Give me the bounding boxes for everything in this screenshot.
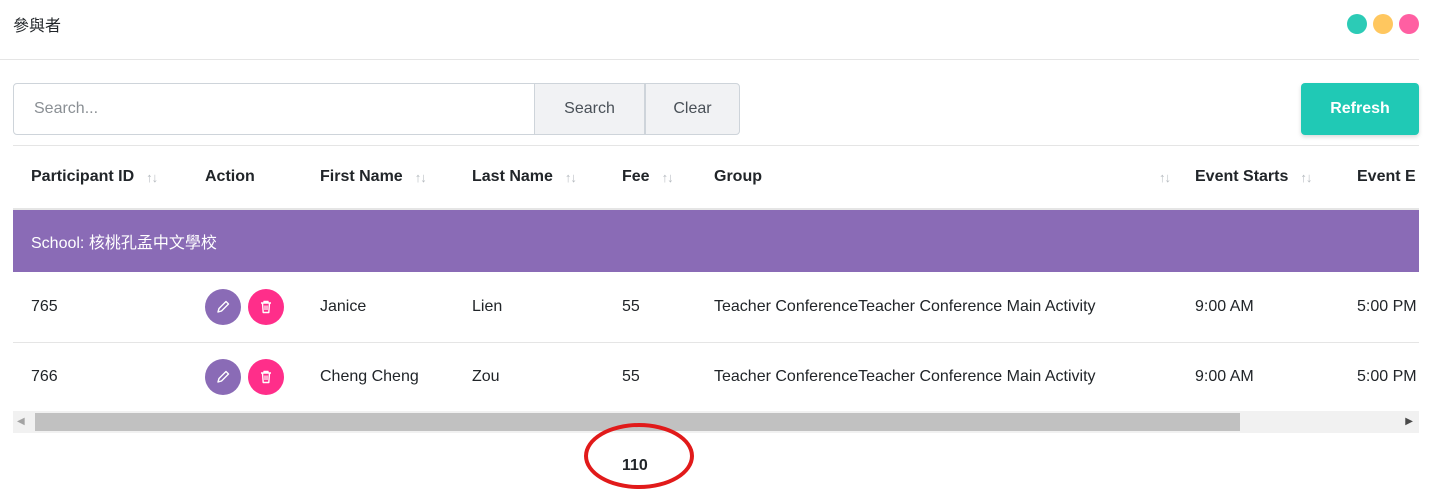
sort-icon[interactable]: ↑↓: [565, 170, 577, 185]
participants-table: Participant ID ↑↓ Action First Name ↑↓ L…: [13, 145, 1419, 412]
column-header-group[interactable]: Group ↑↓: [714, 146, 1171, 208]
column-header-participant-id[interactable]: Participant ID ↑↓: [31, 146, 158, 208]
sort-icon[interactable]: ↑↓: [1159, 170, 1171, 185]
event-starts-cell: 9:00 AM: [1195, 368, 1254, 385]
event-starts-cell: 9:00 AM: [1195, 298, 1254, 315]
column-header-fee[interactable]: Fee ↑↓: [622, 146, 674, 208]
trash-icon: [261, 370, 271, 384]
table-row[interactable]: 765 Janice Lien 55 Teacher ConferenceTea…: [13, 272, 1419, 343]
fee-cell: 55: [622, 298, 640, 315]
table-row[interactable]: 766 Cheng Cheng Zou 55 Teacher Conferenc…: [13, 342, 1419, 412]
page-title: 參與者: [13, 18, 62, 35]
edit-button[interactable]: [205, 359, 241, 395]
group-cell: Teacher ConferenceTeacher Conference Mai…: [714, 298, 1096, 315]
column-header-event-ends[interactable]: Event E: [1357, 146, 1416, 208]
sort-icon[interactable]: ↑↓: [415, 170, 427, 185]
edit-button[interactable]: [205, 289, 241, 325]
scroll-left-arrow-icon[interactable]: ◀: [17, 416, 25, 427]
header-label: Last Name: [472, 168, 553, 185]
action-cell: [205, 272, 291, 342]
header-label: Group: [714, 168, 762, 185]
column-header-event-starts[interactable]: Event Starts ↑↓: [1195, 146, 1312, 208]
first-name-cell: Cheng Cheng: [320, 368, 419, 385]
participant-id-cell: 765: [31, 298, 58, 315]
sort-icon[interactable]: ↑↓: [1300, 170, 1312, 185]
participant-id-cell: 766: [31, 368, 58, 385]
refresh-button[interactable]: Refresh: [1301, 83, 1419, 135]
column-header-first-name[interactable]: First Name ↑↓: [320, 146, 427, 208]
pencil-icon: [217, 300, 230, 313]
sort-icon[interactable]: ↑↓: [662, 170, 674, 185]
last-name-cell: Zou: [472, 368, 500, 385]
trash-icon: [261, 300, 271, 314]
group-cell: Teacher ConferenceTeacher Conference Mai…: [714, 368, 1096, 385]
window-controls: [1347, 14, 1419, 34]
sort-icon[interactable]: ↑↓: [146, 170, 158, 185]
last-name-cell: Lien: [472, 298, 503, 315]
search-input[interactable]: [13, 83, 535, 135]
header-label: First Name: [320, 168, 403, 185]
fee-cell: 55: [622, 368, 640, 385]
yellow-dot-icon[interactable]: [1373, 14, 1393, 34]
event-ends-cell: 5:00 PM: [1357, 298, 1417, 315]
teal-dot-icon[interactable]: [1347, 14, 1367, 34]
search-bar: Search Clear: [13, 83, 740, 135]
search-button[interactable]: Search: [535, 83, 645, 135]
header-label: Participant ID: [31, 168, 135, 185]
event-ends-cell: 5:00 PM: [1357, 368, 1417, 385]
header-label: Event E: [1357, 168, 1416, 185]
delete-button[interactable]: [248, 289, 284, 325]
delete-button[interactable]: [248, 359, 284, 395]
header-label: Event Starts: [1195, 168, 1289, 185]
group-label: School: 核桃孔孟中文學校: [31, 235, 217, 252]
horizontal-scrollbar[interactable]: ◀ ▶: [13, 411, 1419, 433]
pink-dot-icon[interactable]: [1399, 14, 1419, 34]
clear-button[interactable]: Clear: [645, 83, 740, 135]
column-header-last-name[interactable]: Last Name ↑↓: [472, 146, 577, 208]
header-divider: [0, 59, 1419, 60]
header-label: Action: [205, 168, 255, 185]
action-cell: [205, 342, 291, 412]
scroll-right-arrow-icon[interactable]: ▶: [1405, 416, 1413, 427]
column-header-action: Action: [205, 146, 255, 208]
highlight-circle: [584, 423, 694, 489]
group-row: School: 核桃孔孟中文學校: [13, 210, 1419, 272]
header-label: Fee: [622, 168, 650, 185]
pencil-icon: [217, 370, 230, 383]
first-name-cell: Janice: [320, 298, 367, 315]
